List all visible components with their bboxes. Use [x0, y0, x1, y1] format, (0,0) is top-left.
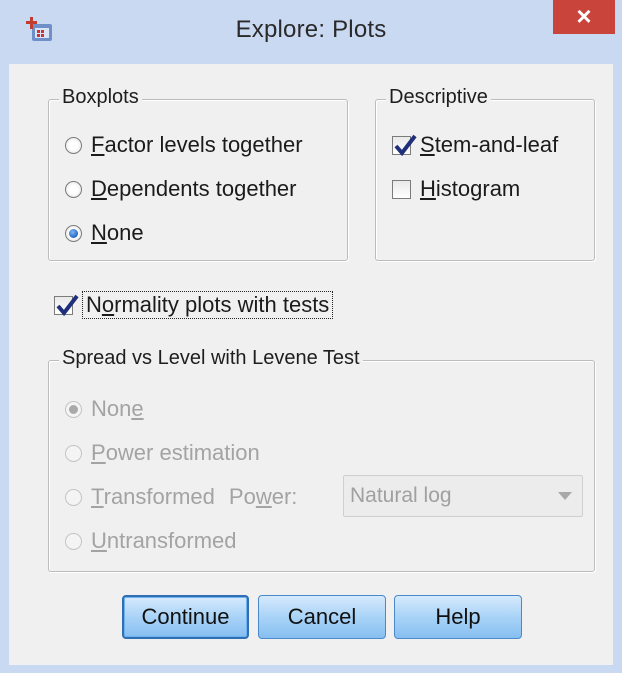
descriptive-group: Descriptive Stem-and-leaf Histogram [375, 86, 595, 261]
radio-label: Transformed [91, 484, 215, 509]
checkbox-checked[interactable] [392, 134, 417, 156]
checkbox-unchecked[interactable] [392, 179, 411, 199]
continue-button[interactable]: Continue [122, 595, 249, 639]
help-button[interactable]: Help [394, 595, 522, 639]
checkmark-icon [394, 134, 417, 156]
radio-indicator-selected[interactable] [65, 224, 82, 242]
radio-label: None [91, 396, 144, 421]
radio-indicator[interactable] [65, 532, 82, 550]
boxplot-dependents-radio[interactable]: Dependents together [65, 174, 297, 204]
radio-indicator[interactable] [65, 136, 82, 154]
radio-label: Dependents together [91, 176, 297, 201]
transformed-radio[interactable]: Transformed Power: [65, 482, 297, 512]
descriptive-legend: Descriptive [386, 86, 491, 109]
spread-none-radio[interactable]: None [65, 394, 144, 424]
checkbox-label: Histogram [420, 176, 521, 201]
normality-plots-checkbox[interactable]: Normality plots with tests [54, 290, 334, 320]
spread-vs-level-legend: Spread vs Level with Levene Test [59, 347, 363, 370]
spread-vs-level-group: Spread vs Level with Levene Test None Po… [48, 347, 595, 572]
chevron-down-icon[interactable] [558, 492, 572, 500]
cancel-button[interactable]: Cancel [258, 595, 386, 639]
radio-label: Factor levels together [91, 132, 303, 157]
window-title: Explore: Plots [235, 16, 387, 43]
boxplots-group: Boxplots Factor levels together Dependen… [48, 86, 348, 261]
boxplot-none-radio[interactable]: None [65, 218, 144, 248]
checkbox-label: Stem-and-leaf [420, 132, 559, 157]
close-button[interactable]: × [553, 0, 615, 34]
radio-label: Power estimation [91, 440, 260, 465]
power-dropdown[interactable]: Natural log [343, 475, 583, 517]
dialog-window: Explore: Plots × Boxplots Factor levels … [0, 0, 622, 673]
radio-label: Untransformed [91, 528, 237, 553]
dialog-body: Boxplots Factor levels together Dependen… [9, 64, 613, 665]
boxplots-legend: Boxplots [59, 86, 142, 109]
power-dropdown-value: Natural log [350, 484, 452, 507]
radio-label: None [91, 220, 144, 245]
untransformed-radio[interactable]: Untransformed [65, 526, 237, 556]
radio-indicator[interactable] [65, 180, 82, 198]
boxplot-factor-levels-radio[interactable]: Factor levels together [65, 130, 303, 160]
checkmark-icon [56, 294, 79, 316]
checkbox-label: Normality plots with tests [82, 291, 334, 319]
title-bar[interactable]: Explore: Plots × [0, 0, 622, 64]
power-label: Power: [228, 484, 298, 509]
histogram-checkbox[interactable]: Histogram [392, 174, 520, 204]
checkbox-checked[interactable] [54, 294, 79, 316]
power-estimation-radio[interactable]: Power estimation [65, 438, 260, 468]
radio-indicator-selected[interactable] [65, 400, 82, 418]
radio-indicator[interactable] [65, 444, 82, 462]
stem-and-leaf-checkbox[interactable]: Stem-and-leaf [392, 130, 558, 160]
radio-indicator[interactable] [65, 488, 82, 506]
